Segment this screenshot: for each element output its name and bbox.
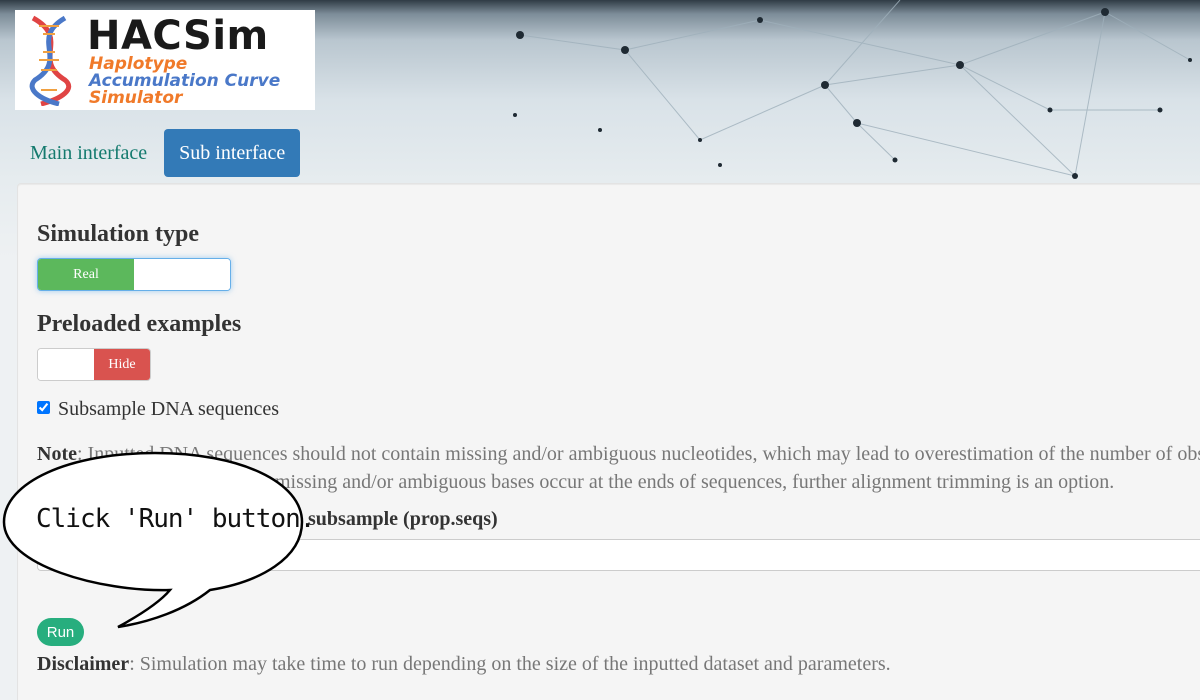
subsample-checkbox[interactable] [37,401,50,414]
simulation-type-heading: Simulation type [37,221,200,247]
prop-seqs-label: o subsample (prop.seqs) [293,508,498,530]
subsample-checkbox-row: Subsample DNA sequences [37,398,279,421]
switch-handle[interactable] [38,349,94,380]
preloaded-examples-switch[interactable]: Hide [37,348,151,381]
callout-text: Click 'Run' button. [36,504,315,534]
subsample-checkbox-label: Subsample DNA sequences [58,398,280,420]
switch-off-label: Hide [94,349,150,380]
disclaimer-label: Disclaimer [37,653,130,675]
tab-sub-interface[interactable]: Sub interface [164,129,301,177]
preloaded-examples-heading: Preloaded examples [37,311,242,337]
logo-title: HACSim [87,13,269,59]
callout-bubble [2,451,304,629]
hacsim-logo: HACSim Haplotype Accumulation Curve Simu… [15,10,315,110]
switch-handle[interactable] [134,259,230,290]
switch-on-label: Real [38,259,134,290]
logo-subtitle-line-3: Simulator [89,88,183,108]
tab-main-interface[interactable]: Main interface [15,129,162,177]
dna-helix-icon [29,15,72,106]
note-line-2: missing and/or ambiguous bases occur at … [275,471,1115,493]
disclaimer-body: : Simulation may take time to run depend… [129,653,891,675]
disclaimer-text: Disclaimer: Simulation may take time to … [37,653,891,676]
simulation-type-switch[interactable]: Real [37,258,231,291]
interface-tabs: Main interface Sub interface [15,129,302,177]
